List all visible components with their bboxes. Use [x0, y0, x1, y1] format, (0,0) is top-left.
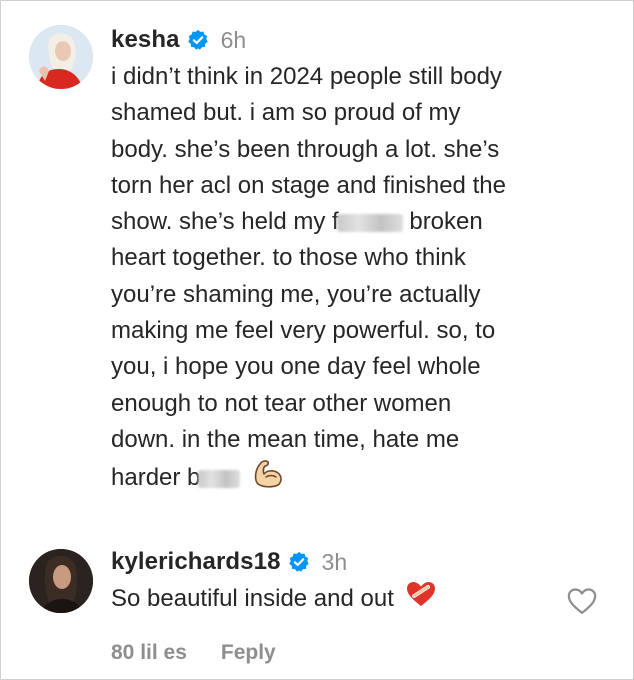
- comment-line: body. she’s been through a lot. she’s: [111, 135, 500, 163]
- comment-header: kesha 6h: [111, 19, 609, 61]
- comment-text: i didn’t think in 2024 people still body…: [111, 59, 609, 500]
- heart-with-bandage-emoji-icon: [406, 581, 436, 618]
- comment-line: enough to not tear other women: [111, 389, 452, 417]
- comment-line: you’re shaming me, you’re actually: [111, 280, 481, 308]
- comment-header: kylerichards18 3h: [111, 541, 609, 583]
- comment-line-part: broken: [409, 208, 483, 236]
- username[interactable]: kesha: [111, 26, 180, 54]
- likes-count[interactable]: 80 lil es: [111, 641, 187, 665]
- verified-badge-icon: [187, 29, 208, 50]
- comment-body: kesha 6h i didn’t think in 2024 people s…: [111, 19, 609, 500]
- comment-line-part: show. she’s held my f: [111, 208, 339, 236]
- comment-line: making me feel very powerful. so, to: [111, 317, 496, 345]
- avatar[interactable]: [29, 549, 93, 613]
- profile-photo-icon: [29, 25, 93, 89]
- comment-line: down. in the mean time, hate me: [111, 425, 460, 453]
- profile-photo-icon: [29, 549, 93, 613]
- comment-text: So beautiful inside and out: [111, 581, 609, 618]
- comment-line: So beautiful inside and out: [111, 585, 394, 612]
- censored-word: [336, 213, 403, 232]
- censored-word: [198, 469, 241, 488]
- timestamp: 3h: [321, 548, 348, 575]
- timestamp: 6h: [220, 26, 247, 53]
- comments-panel: kesha 6h i didn’t think in 2024 people s…: [0, 0, 634, 680]
- comment-line: heart together. to those who think: [111, 244, 466, 272]
- verified-badge-icon: [288, 551, 309, 572]
- comment-line: you, i hope you one day feel whole: [111, 353, 481, 381]
- comment-line: i didn’t think in 2024 people still body: [111, 63, 502, 90]
- flexed-biceps-emoji-icon: [252, 458, 284, 499]
- comment-line: show. she’s held my f broken: [111, 204, 609, 240]
- comment-line-part: harder b: [111, 464, 201, 492]
- like-heart-icon[interactable]: [567, 587, 597, 615]
- comment-line: shamed but. i am so proud of my: [111, 99, 461, 127]
- username[interactable]: kylerichards18: [111, 548, 281, 576]
- comment-line: harder b: [111, 458, 609, 499]
- reply-button[interactable]: Feply: [221, 641, 276, 665]
- comment-meta: 80 lil es Feply: [111, 641, 276, 665]
- avatar[interactable]: [29, 25, 93, 89]
- comment-line: torn her acl on stage and finished the: [111, 171, 506, 199]
- comment-body: kylerichards18 3h So beautiful inside an…: [111, 541, 609, 618]
